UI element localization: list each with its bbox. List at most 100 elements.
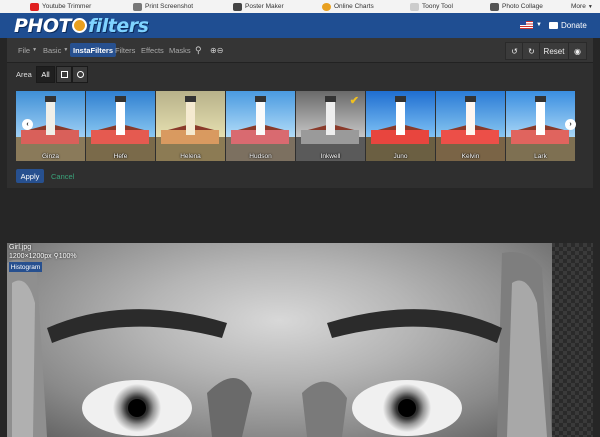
- top-link-youtube-trimmer[interactable]: Youtube Trimmer: [30, 0, 91, 13]
- toolbar: File ▼ Basic ▼ InstaFilters Filters Effect…: [7, 38, 593, 63]
- more-menu[interactable]: More ▼: [571, 0, 593, 13]
- menu-label: Masks: [169, 45, 191, 55]
- filter-thumb-label: Hudson: [249, 153, 272, 160]
- thumb-lighthouse-tower: [466, 101, 475, 135]
- reset-button[interactable]: Reset: [539, 42, 569, 60]
- area-all-button[interactable]: All: [36, 66, 55, 83]
- menu-basic[interactable]: Basic ▼: [40, 43, 71, 57]
- collage-icon: [490, 2, 499, 11]
- poster-icon: [233, 2, 242, 11]
- top-link-label: Poster Maker: [245, 3, 284, 10]
- toony-icon: [410, 2, 419, 11]
- area-label: Area: [16, 70, 32, 79]
- thumb-lighthouse-tower: [536, 101, 545, 135]
- filter-thumb-label: Inkwell: [320, 153, 341, 160]
- cancel-button[interactable]: Cancel: [51, 172, 74, 181]
- top-link-label: Print Screenshot: [145, 3, 194, 10]
- menu-label: Filters: [115, 45, 136, 55]
- area-ellipse-button[interactable]: [72, 66, 88, 83]
- filter-thumb-label: Kelvin: [461, 153, 480, 160]
- chevron-down-icon: ▼: [63, 47, 69, 53]
- scroll-right-button[interactable]: ›: [565, 119, 576, 130]
- youtube-icon: [30, 2, 39, 11]
- thumb-lighthouse-lamp: [465, 96, 476, 102]
- chevron-right-icon: ›: [569, 121, 572, 128]
- thumb-lighthouse-tower: [116, 101, 125, 135]
- app-logo[interactable]: PHOT filters: [14, 14, 149, 37]
- menu-masks[interactable]: Masks: [166, 43, 194, 57]
- preview-button[interactable]: ◉: [568, 42, 587, 60]
- image-zoom: 100%: [58, 253, 77, 260]
- donate-button[interactable]: Donate: [549, 18, 587, 32]
- image-canvas[interactable]: [7, 243, 593, 437]
- thumb-lighthouse-lamp: [535, 96, 546, 102]
- filter-thumb-kelvin[interactable]: Kelvin: [436, 91, 505, 161]
- app-header: PHOT filters: [0, 13, 600, 38]
- filter-thumb-hudson[interactable]: Hudson: [226, 91, 295, 161]
- filter-thumb-juno[interactable]: Juno: [366, 91, 435, 161]
- top-link-print-screenshot[interactable]: Print Screenshot: [133, 0, 193, 13]
- logo-ball-icon: [71, 18, 87, 33]
- image-dimensions: 1200×1200px: [9, 253, 52, 260]
- printer-icon: [133, 2, 142, 11]
- instafilter-strip: Ginza Hefe Helena Hudson Inkwell ✔ Juno Kelvin L…: [16, 91, 586, 161]
- photo-face-drawing: [7, 252, 552, 437]
- us-flag-icon[interactable]: [520, 21, 533, 29]
- eye-icon: ◉: [574, 46, 581, 56]
- scroll-left-button[interactable]: ‹: [22, 119, 33, 130]
- top-link-label: Online Charts: [334, 3, 374, 10]
- thumb-lighthouse-tower: [186, 101, 195, 135]
- rectangle-icon: [60, 71, 68, 78]
- apply-button[interactable]: Apply: [16, 169, 44, 183]
- histogram-button[interactable]: Histogram: [9, 262, 42, 272]
- filter-thumb-inkwell[interactable]: Inkwell ✔: [296, 91, 365, 161]
- chart-icon: [322, 2, 331, 11]
- area-all-label: All: [41, 70, 50, 79]
- top-link-toony-tool[interactable]: Toony Tool: [410, 0, 453, 13]
- logo-text-filters: filters: [87, 14, 149, 37]
- menu-effects[interactable]: Effects: [138, 43, 167, 57]
- menu-label: File: [18, 45, 31, 55]
- thumb-lighthouse-lamp: [115, 96, 126, 102]
- thumb-lighthouse-tower: [256, 101, 265, 135]
- more-label: More: [571, 3, 586, 10]
- thumb-lighthouse-lamp: [185, 96, 196, 102]
- menu-file[interactable]: File ▼: [15, 43, 40, 57]
- cancel-label: Cancel: [51, 172, 75, 181]
- chevron-down-icon: ▼: [32, 47, 38, 53]
- thumb-lighthouse-lamp: [255, 96, 266, 102]
- donate-icon: [549, 21, 558, 29]
- filter-thumb-label: Juno: [393, 153, 408, 160]
- filter-thumb-helena[interactable]: Helena: [156, 91, 225, 161]
- menu-label: InstaFilters: [73, 45, 114, 55]
- thumb-lighthouse-lamp: [325, 96, 336, 102]
- area-rect-button[interactable]: [56, 66, 72, 83]
- image-dimensions-zoom: 1200×1200px ⚲100%: [9, 252, 77, 261]
- top-link-poster-maker[interactable]: Poster Maker: [233, 0, 284, 13]
- menu-label: Basic: [43, 45, 62, 55]
- reset-label: Reset: [543, 46, 565, 56]
- top-link-online-charts[interactable]: Online Charts: [322, 0, 374, 13]
- filter-thumb-label: Lark: [534, 153, 547, 160]
- checkmark-icon: ✔: [349, 95, 359, 107]
- ellipse-icon: [76, 71, 84, 78]
- filter-thumb-label: Helena: [180, 153, 201, 160]
- filter-panel: File ▼ Basic ▼ InstaFilters Filters Effect…: [7, 38, 593, 188]
- apply-label: Apply: [20, 171, 40, 181]
- filter-thumb-label: Hefe: [113, 153, 128, 160]
- top-link-photo-collage[interactable]: Photo Collage: [490, 0, 543, 13]
- logo-text-photo: PHOT: [14, 14, 71, 37]
- histogram-label: Histogram: [10, 263, 41, 271]
- zoom-icons[interactable]: ⊕⊖: [207, 43, 226, 57]
- edited-photo: [7, 243, 552, 437]
- filter-thumb-hefe[interactable]: Hefe: [86, 91, 155, 161]
- image-info: Girl.jpg 1200×1200px ⚲100%: [9, 243, 77, 261]
- language-chevron-icon[interactable]: ▼: [536, 22, 542, 28]
- search-icon[interactable]: ⚲: [192, 43, 205, 57]
- thumb-lighthouse-tower: [46, 101, 55, 135]
- top-link-label: Toony Tool: [422, 3, 453, 10]
- thumb-lighthouse-tower: [396, 101, 405, 135]
- chevron-down-icon: ▼: [587, 3, 593, 10]
- menu-instafilters[interactable]: InstaFilters: [70, 43, 117, 57]
- menu-filters[interactable]: Filters: [112, 43, 138, 57]
